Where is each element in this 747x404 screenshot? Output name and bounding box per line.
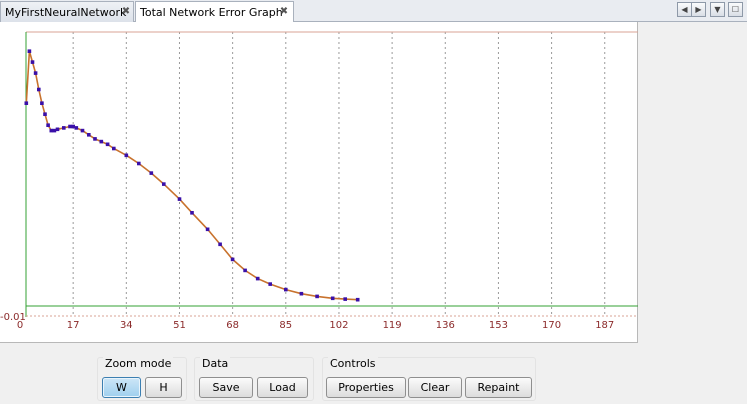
data-point	[71, 124, 75, 129]
data-point	[268, 282, 272, 286]
data-point	[112, 146, 116, 151]
data-point	[255, 276, 260, 281]
data-point	[149, 171, 154, 175]
data-point	[55, 127, 60, 132]
x-tick-label: 187	[595, 320, 614, 331]
data-point	[46, 123, 50, 127]
data-point	[330, 296, 335, 301]
data-point	[284, 287, 288, 292]
error-graph: -0.01 0 17 34 51 68 85 102 119 136 153 170 187	[0, 31, 638, 331]
data-point	[137, 161, 141, 166]
x-tick-labels: 0 17 34 51 68 85 102 119 136 153 170 187	[17, 320, 614, 331]
x-tick-label: 170	[542, 320, 561, 331]
data-point	[124, 153, 129, 158]
data-point	[343, 297, 347, 301]
data-point	[99, 139, 104, 144]
data-point	[74, 126, 79, 130]
x-tick-label: 153	[489, 320, 508, 331]
data-point	[355, 297, 360, 302]
repaint-button[interactable]: Repaint	[465, 377, 532, 398]
right-gutter	[638, 22, 747, 404]
data-point	[243, 268, 247, 273]
clear-button[interactable]: Clear	[408, 377, 462, 398]
data-point	[177, 197, 182, 201]
zoom-h-button[interactable]: H	[145, 377, 182, 398]
save-button[interactable]: Save	[199, 377, 253, 398]
data-point	[162, 182, 166, 186]
x-tick-label: 119	[383, 320, 402, 331]
x-tick-label: 34	[120, 320, 133, 331]
data-title: Data	[200, 357, 231, 370]
load-button[interactable]: Load	[257, 377, 308, 398]
tab-label: Total Network Error Graph	[140, 6, 283, 19]
dropdown-icon[interactable]: ▼	[710, 2, 725, 17]
controls-group: Controls Properties Clear Repaint	[322, 357, 536, 401]
x-tick-label: 85	[279, 320, 292, 331]
data-point	[52, 128, 57, 133]
data-point	[27, 49, 32, 53]
data-point	[24, 101, 29, 105]
x-tick-label: 51	[173, 320, 186, 331]
tab-label: MyFirstNeuralNetwork	[5, 6, 127, 19]
data-point	[299, 291, 304, 296]
tab-myfirstneuralnetwork[interactable]: MyFirstNeuralNetwork ✖	[0, 1, 134, 22]
error-series-line	[25, 50, 358, 301]
data-point	[62, 126, 66, 130]
x-tick-label: 0	[17, 320, 23, 331]
maximize-icon[interactable]: ☐	[728, 2, 743, 17]
x-tick-label: 136	[436, 320, 455, 331]
x-tick-label: 68	[226, 320, 239, 331]
data-point	[33, 71, 38, 75]
zoom-mode-group: Zoom mode W H	[97, 357, 187, 401]
close-icon[interactable]: ✖	[279, 7, 289, 17]
data-point	[190, 211, 194, 215]
data-point	[40, 101, 44, 105]
data-point	[30, 60, 35, 64]
chart-panel: -0.01 0 17 34 51 68 85 102 119 136 153 170 187	[0, 22, 638, 343]
scroll-right-icon[interactable]: ▶	[691, 2, 706, 17]
scroll-left-icon[interactable]: ◀	[677, 2, 692, 17]
zoom-w-button[interactable]: W	[102, 377, 141, 398]
x-tick-label: 17	[67, 320, 80, 331]
data-point	[315, 294, 319, 299]
properties-button[interactable]: Properties	[326, 377, 406, 398]
tab-bar: MyFirstNeuralNetwork ✖ Total Network Err…	[0, 0, 747, 23]
close-icon[interactable]: ✖	[121, 7, 131, 17]
data-point	[68, 124, 72, 129]
data-point	[49, 128, 54, 133]
data-point	[105, 142, 110, 147]
data-point	[93, 137, 97, 141]
tab-total-network-error-graph[interactable]: Total Network Error Graph ✖	[135, 1, 294, 23]
data-point	[87, 133, 91, 137]
zoom-mode-title: Zoom mode	[103, 357, 174, 370]
data-point	[230, 257, 235, 262]
error-series-points	[24, 49, 360, 302]
data-group: Data Save Load	[194, 357, 314, 401]
x-tick-label: 102	[329, 320, 348, 331]
data-point	[218, 242, 222, 247]
data-point	[37, 87, 41, 92]
controls-title: Controls	[328, 357, 378, 370]
data-point	[205, 227, 210, 232]
data-point	[43, 112, 47, 116]
data-point	[80, 128, 85, 133]
